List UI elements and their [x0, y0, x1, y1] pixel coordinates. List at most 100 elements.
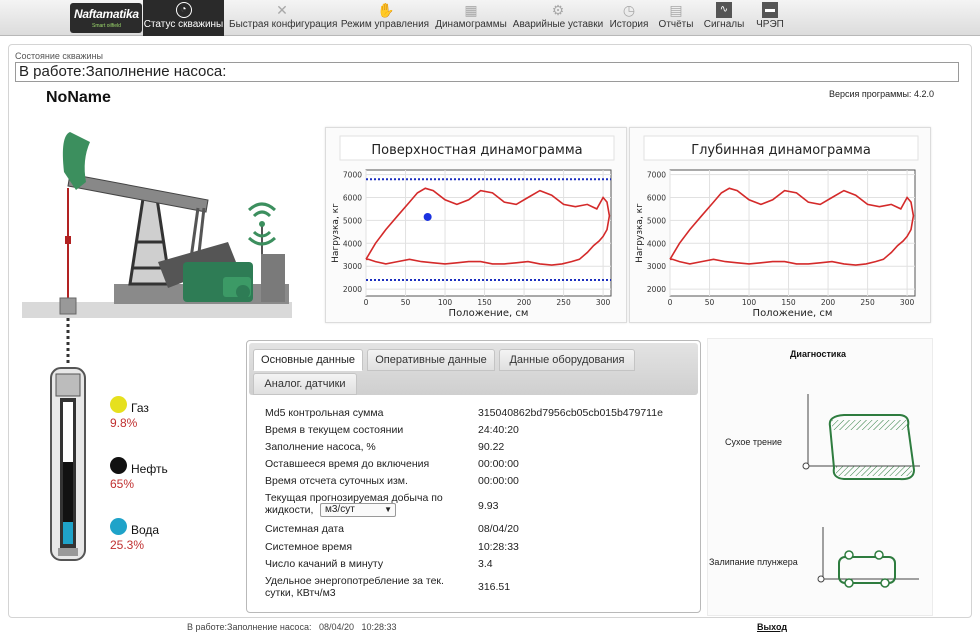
nav-tab-label: История	[609, 19, 649, 30]
row-value-system-time: 10:28:33	[478, 541, 519, 553]
footer-time: 10:28:33	[361, 622, 397, 632]
nav-tab-quick-config[interactable]: ✕ Быстрая конфигурация	[229, 0, 338, 36]
plunger-sticking-diagram	[817, 527, 919, 588]
surface-dynamogram-chart: Поверхностная динамограмма20003000400050…	[331, 135, 615, 319]
tab-strip: Основные данные Оперативные данные Данны…	[249, 343, 698, 395]
nav-tab-label: Режим управления	[340, 19, 430, 30]
telemetry-cabinet	[261, 254, 285, 302]
footer-date: 08/04/20	[318, 622, 355, 632]
y-tick-label: 6000	[647, 193, 666, 202]
row-label-time-in-state: Время в текущем состоянии	[265, 424, 404, 436]
well-state-label: Состояние скважины	[15, 51, 104, 61]
x-tick-label: 0	[364, 298, 369, 307]
gauge-icon: ◔	[175, 2, 192, 18]
footer-state: В работе:Заполнение насоса:	[187, 622, 312, 632]
plot-area	[669, 169, 916, 297]
chevron-down-icon: ▼	[384, 505, 392, 514]
well-state-field: В работе:Заполнение насоса:	[15, 62, 959, 82]
production-unit-select[interactable]: м3/сут ▼	[320, 503, 396, 517]
y-axis-label: Нагрузка, кг	[331, 203, 341, 263]
y-tick-label: 5000	[647, 216, 666, 225]
nav-tab-label: Отчёты	[658, 19, 694, 30]
x-tick-label: 150	[781, 298, 796, 307]
y-tick-label: 6000	[343, 193, 362, 202]
grid-icon: ▦	[464, 2, 478, 18]
nav-tab-well-status[interactable]: ◔ Статус скважины	[143, 0, 224, 36]
wellhead	[59, 297, 77, 315]
row-value-pump-fill: 90.22	[478, 441, 505, 453]
row-value-time-to-start: 00:00:00	[478, 458, 519, 470]
row-label-daily-count-time: Время отсчета суточных изм.	[265, 475, 408, 487]
y-tick-label: 4000	[647, 239, 666, 248]
logout-link[interactable]: Выход	[757, 622, 787, 632]
data-point	[423, 212, 432, 221]
nav-tab-history[interactable]: ◷ История	[607, 0, 651, 36]
clock-icon: ◷	[622, 2, 636, 18]
diag-plunger-sticking-label: Залипание плунжера	[709, 557, 798, 567]
x-tick-label: 0	[668, 298, 673, 307]
y-tick-label: 7000	[647, 171, 666, 180]
document-icon: ▤	[669, 2, 683, 18]
row-value-md5: 315040862bd7956cb05cb015b479711e	[478, 407, 663, 419]
row-label-time-to-start: Оставшееся время до включения	[265, 458, 430, 470]
signal-icon: ∿	[716, 2, 732, 18]
drive-icon: ▬	[762, 2, 778, 18]
x-tick-label: 200	[517, 298, 532, 307]
naftamatika-logo: Naftamatika Smart oilfield	[70, 3, 142, 33]
walking-beam	[67, 173, 209, 213]
x-tick-label: 250	[556, 298, 571, 307]
logo-subtext: Smart oilfield	[92, 23, 121, 29]
tab-main-data[interactable]: Основные данные	[253, 349, 363, 371]
oil-label: Нефть	[131, 462, 168, 476]
row-value-forecast-production: 9.93	[478, 500, 499, 512]
chart-title: Глубинная динамограмма	[691, 143, 871, 158]
nav-tab-dynamograms[interactable]: ▦ Динамограммы	[434, 0, 508, 36]
row-label-system-time: Системное время	[265, 541, 353, 553]
x-tick-label: 300	[900, 298, 915, 307]
y-tick-label: 3000	[343, 262, 362, 271]
nav-tab-label: Динамограммы	[435, 19, 507, 30]
x-tick-label: 150	[477, 298, 492, 307]
tab-equipment-data[interactable]: Данные оборудования	[499, 349, 635, 371]
row-label-md5: Md5 контрольная сумма	[265, 407, 384, 419]
gas-color-dot	[110, 396, 127, 413]
nav-tab-label: Аварийные уставки	[512, 19, 604, 30]
row-value-system-date: 08/04/20	[478, 523, 519, 535]
tab-operational-data[interactable]: Оперативные данные	[367, 349, 495, 371]
y-tick-label: 2000	[647, 285, 666, 294]
chart-title: Поверхностная динамограмма	[371, 143, 582, 158]
water-level	[63, 522, 73, 544]
nav-tab-label: Статус скважины	[143, 19, 224, 30]
diag-dry-friction-label: Сухое трение	[725, 437, 783, 447]
logo-text: Naftamatika	[74, 7, 139, 21]
water-label: Вода	[131, 523, 160, 537]
well-name: NoName	[46, 89, 111, 106]
unit-select-value: м3/сут	[325, 504, 355, 515]
row-label-pump-fill: Заполнение насоса, %	[265, 441, 376, 453]
x-tick-label: 50	[401, 298, 411, 307]
footer-status: В работе:Заполнение насоса: 08/04/20 10:…	[187, 622, 397, 632]
app-root: Naftamatika Smart oilfield ◔ Статус сква…	[0, 0, 980, 641]
antenna-icon	[252, 210, 272, 218]
tab-analog-sensors[interactable]: Аналог. датчики	[253, 373, 357, 395]
nav-tab-control-mode[interactable]: ✋ Режим управления	[340, 0, 430, 36]
nav-tab-label: Сигналы	[703, 19, 745, 30]
y-axis-label: Нагрузка, кг	[635, 203, 645, 263]
hand-icon: ✋	[377, 2, 395, 18]
nav-tab-label: Быстрая конфигурация	[229, 19, 338, 30]
water-color-dot	[110, 518, 127, 535]
nav-tab-vfd[interactable]: ▬ ЧРЭП	[752, 0, 788, 36]
downhole-dynamogram-chart: Глубинная динамограмма200030004000500060…	[635, 135, 919, 319]
nav-tab-signals[interactable]: ∿ Сигналы	[702, 0, 746, 36]
nav-tab-alarm-setpoints[interactable]: ⚙ Аварийные уставки	[512, 0, 604, 36]
x-tick-label: 300	[596, 298, 611, 307]
nav-tab-reports[interactable]: ▤ Отчёты	[654, 0, 698, 36]
x-tick-label: 200	[821, 298, 836, 307]
tools-icon: ✕	[276, 2, 288, 18]
surface-dynamogram-panel: Поверхностная динамограмма 2000 3000 4000 50…	[325, 127, 627, 323]
gas-label: Газ	[131, 401, 149, 415]
downhole-dynamogram-panel: Глубинная динамограмма 2000 3000 4000 5000 60…	[629, 127, 931, 323]
y-tick-label: 7000	[343, 171, 362, 180]
gear-icon: ⚙	[551, 2, 565, 18]
water-value: 25.3%	[110, 538, 145, 552]
